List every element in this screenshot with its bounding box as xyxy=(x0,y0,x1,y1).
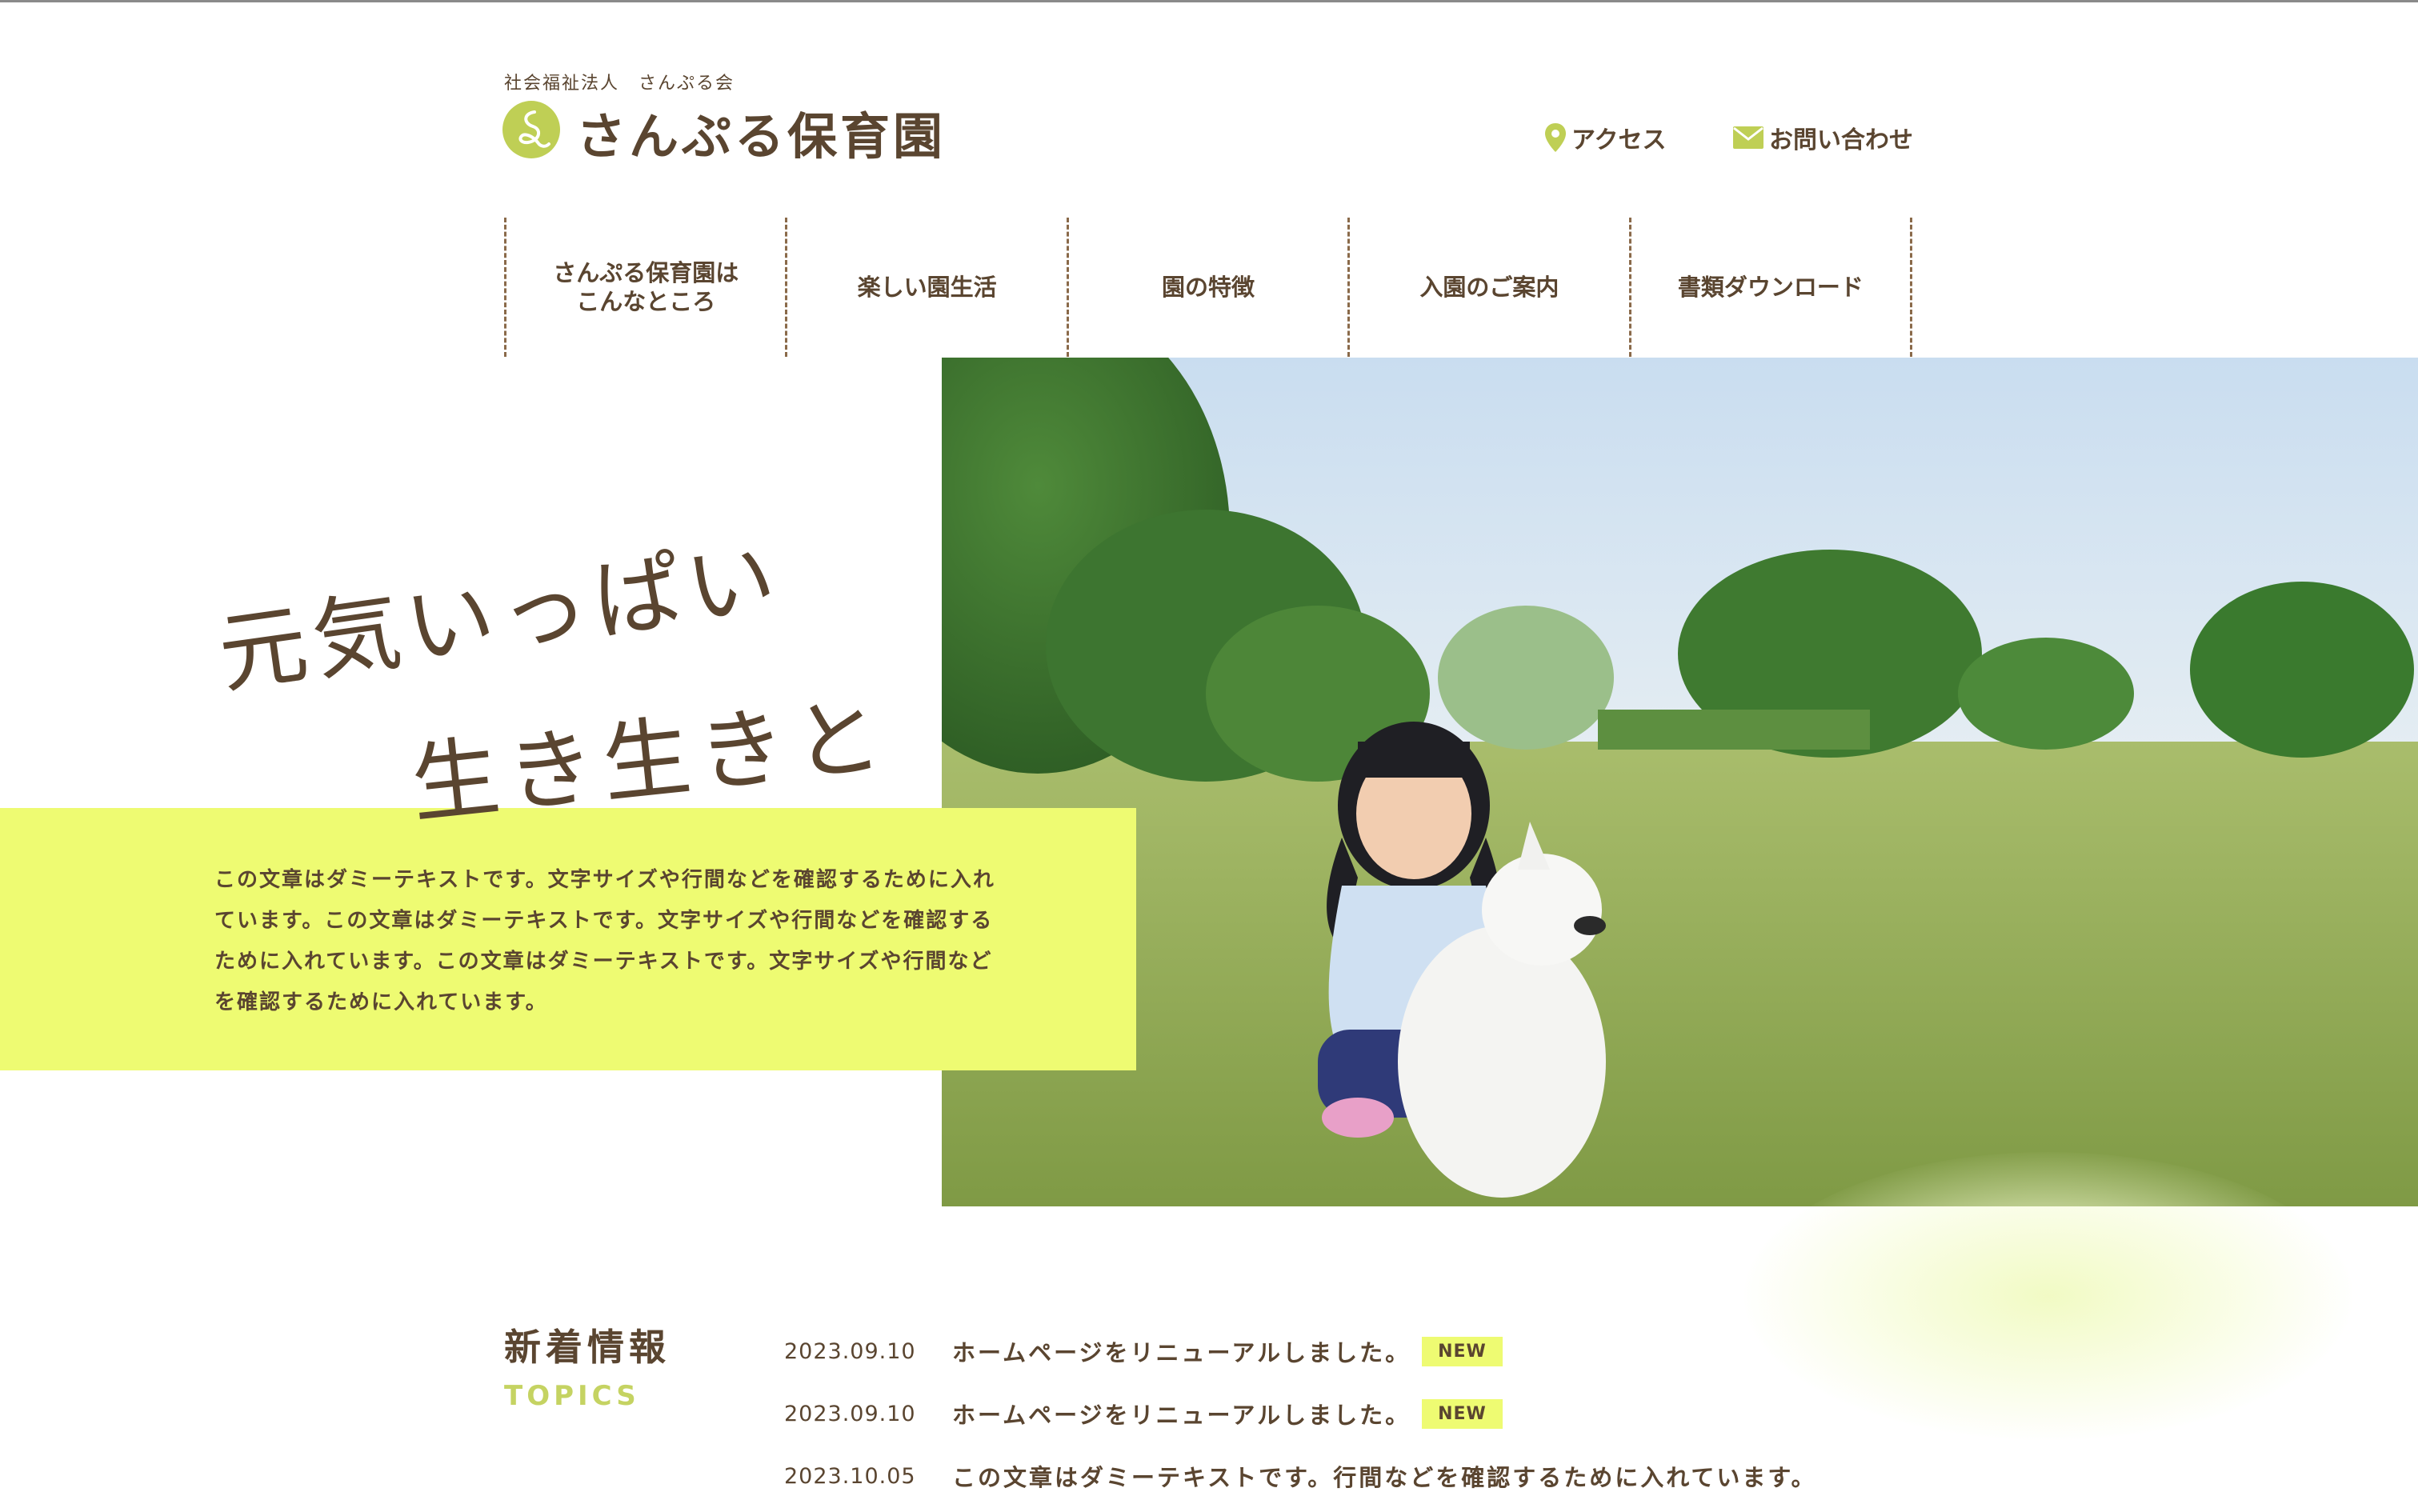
nav-item-downloads[interactable]: 書類ダウンロード xyxy=(1628,218,1913,357)
access-link[interactable]: アクセス xyxy=(1544,120,1667,155)
global-nav: さんぷる保育園は こんなところ 楽しい園生活 園の特徴 入園のご案内 書類ダウン… xyxy=(504,218,1913,357)
top-border xyxy=(0,0,2418,2)
contact-link[interactable]: お問い合わせ xyxy=(1732,120,1913,155)
access-label: アクセス xyxy=(1571,126,1667,154)
nav-item-admission[interactable]: 入園のご案内 xyxy=(1347,218,1628,357)
hero-body-text: この文章はダミーテキストです。文字サイズや行間などを確認するために入れています。… xyxy=(214,868,995,1014)
nav-item-features[interactable]: 園の特徴 xyxy=(1066,218,1347,357)
news-list: 2023.09.10 ホームページをリニューアルしました。 NEW 2023.0… xyxy=(784,1320,1984,1507)
nav-item-about[interactable]: さんぷる保育園は こんなところ xyxy=(504,218,785,357)
hero-image xyxy=(942,358,2418,1206)
news-date: 2023.10.05 xyxy=(784,1463,916,1489)
news-item[interactable]: 2023.09.10 ホームページをリニューアルしました。 NEW xyxy=(784,1382,1984,1445)
news-text[interactable]: この文章はダミーテキストです。行間などを確認するために入れています。 xyxy=(952,1459,1816,1493)
news-date: 2023.09.10 xyxy=(784,1401,916,1426)
map-pin-icon xyxy=(1545,123,1566,152)
topics-title: 新着情報 xyxy=(504,1326,671,1369)
news-text[interactable]: ホームページをリニューアルしました。 xyxy=(952,1397,1411,1430)
logo-mark-icon[interactable] xyxy=(502,101,560,158)
org-label: 社会福祉法人 さんぷる会 xyxy=(504,74,735,94)
news-date: 2023.09.10 xyxy=(784,1338,916,1364)
site-title[interactable]: さんぷる保育園 xyxy=(576,96,946,168)
nav-item-about-line2: こんなところ xyxy=(576,288,716,315)
topics-subtitle: TOPICS xyxy=(504,1380,640,1412)
news-text[interactable]: ホームページをリニューアルしました。 xyxy=(952,1334,1411,1368)
news-item[interactable]: 2023.09.10 ホームページをリニューアルしました。 NEW xyxy=(784,1320,1984,1382)
new-badge: NEW xyxy=(1422,1336,1503,1366)
new-badge: NEW xyxy=(1422,1398,1503,1429)
nav-item-about-line1: さんぷる保育園は xyxy=(553,258,739,286)
news-item[interactable]: 2023.10.05 この文章はダミーテキストです。行間などを確認するために入れ… xyxy=(784,1445,1984,1507)
contact-label: お問い合わせ xyxy=(1769,126,1913,154)
hero-title-line1: 元気いっぱい xyxy=(212,526,788,706)
nav-item-school-life[interactable]: 楽しい園生活 xyxy=(785,218,1066,357)
mail-icon xyxy=(1733,126,1763,149)
